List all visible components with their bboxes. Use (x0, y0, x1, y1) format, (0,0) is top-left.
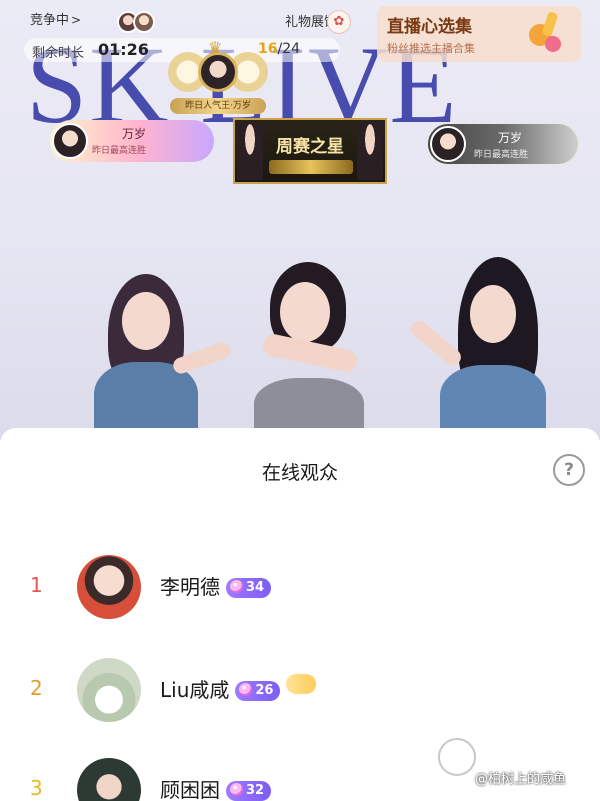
promo-logo-icon (525, 10, 569, 56)
gem-icon (239, 683, 253, 696)
remaining-time-label: 剩余时长 (32, 46, 85, 61)
level-badge: 26 (235, 681, 281, 701)
viewer-name-line: 顾困困 32 (160, 774, 272, 801)
viewer-row[interactable]: 2 Liu咸咸 26 (0, 656, 600, 726)
weekly-star-title: 周赛之星 (276, 137, 344, 157)
promo-subtitle: 粉丝推选主播合集 (387, 42, 475, 55)
weekly-star-badge[interactable]: 周赛之星 (233, 118, 387, 184)
viewer-rank: 1 (30, 573, 43, 597)
ranking-total: /24 (277, 41, 301, 57)
top-bar: 竞争中 > 礼物展馆 ✿ 直播心选集 粉丝推选主播合集 (0, 0, 600, 62)
competition-status[interactable]: 竞争中 > (30, 12, 81, 29)
level-value: 26 (255, 683, 274, 698)
streak-badge-left[interactable]: 万岁 昨日最高连胜 (50, 120, 214, 162)
avatar[interactable] (77, 658, 141, 722)
streak-badge-right[interactable]: 万岁 昨日最高连胜 (426, 122, 580, 166)
avatar (357, 122, 383, 180)
viewer-row[interactable]: 1 李明德 34 (0, 553, 600, 623)
viewer-name: 顾困困 (160, 778, 220, 801)
crown-icon: ♛ (208, 38, 223, 57)
fan-club-badge (286, 674, 317, 694)
remaining-time-value: 01:26 (98, 40, 149, 59)
floating-ring-button[interactable] (438, 738, 476, 776)
level-value: 32 (246, 783, 265, 798)
help-icon[interactable]: ? (553, 454, 585, 486)
avatar (430, 126, 466, 162)
sheet-title: 在线观众 (261, 462, 338, 484)
gift-hall-avatar-icon[interactable]: ✿ (327, 10, 351, 34)
live-stream-view[interactable]: SK LIVE 竞争中 > 礼物展馆 ✿ 直播心选集 粉丝推选主播合集 剩余时长 … (0, 0, 600, 440)
streak-badge-name: 万岁 (122, 127, 147, 141)
viewer-name: 李明德 (160, 575, 220, 599)
streak-badge-subtitle: 昨日最高连胜 (474, 150, 529, 160)
avatar (198, 52, 238, 92)
competitor-avatars[interactable] (117, 11, 157, 33)
avatar (133, 11, 155, 33)
performer-right (402, 255, 552, 440)
level-badge: 34 (226, 578, 272, 598)
avatar[interactable] (77, 555, 141, 619)
promo-banner[interactable]: 直播心选集 粉丝推选主播合集 (377, 6, 581, 62)
gem-icon (230, 783, 243, 796)
viewer-rank: 3 (30, 776, 43, 800)
popularity-crown-badge[interactable]: ♛ 昨日人气王·万岁 (168, 38, 268, 116)
source-watermark: @柏树上的咸鱼 (475, 772, 567, 787)
competition-status-label: 竞争中 (30, 13, 70, 28)
viewer-name-line: 李明德 34 (160, 571, 272, 600)
streak-badge-subtitle: 昨日最高连胜 (92, 146, 147, 156)
gem-icon (230, 580, 243, 593)
avatar (52, 123, 88, 159)
viewer-name-line: Liu咸咸 26 (160, 674, 317, 703)
weekly-star-ribbon (269, 160, 353, 174)
promo-title: 直播心选集 (387, 17, 472, 37)
avatar (237, 122, 263, 180)
level-value: 34 (246, 580, 265, 595)
performer-left (80, 270, 233, 440)
viewer-name: Liu咸咸 (160, 678, 230, 702)
viewer-rank: 2 (30, 676, 43, 700)
chevron-right-icon: > (71, 13, 82, 27)
performer-center (214, 258, 384, 440)
streak-badge-name: 万岁 (498, 131, 523, 145)
level-badge: 32 (226, 781, 272, 801)
avatar[interactable] (77, 758, 141, 801)
crown-badge-label: 昨日人气王·万岁 (170, 98, 266, 114)
